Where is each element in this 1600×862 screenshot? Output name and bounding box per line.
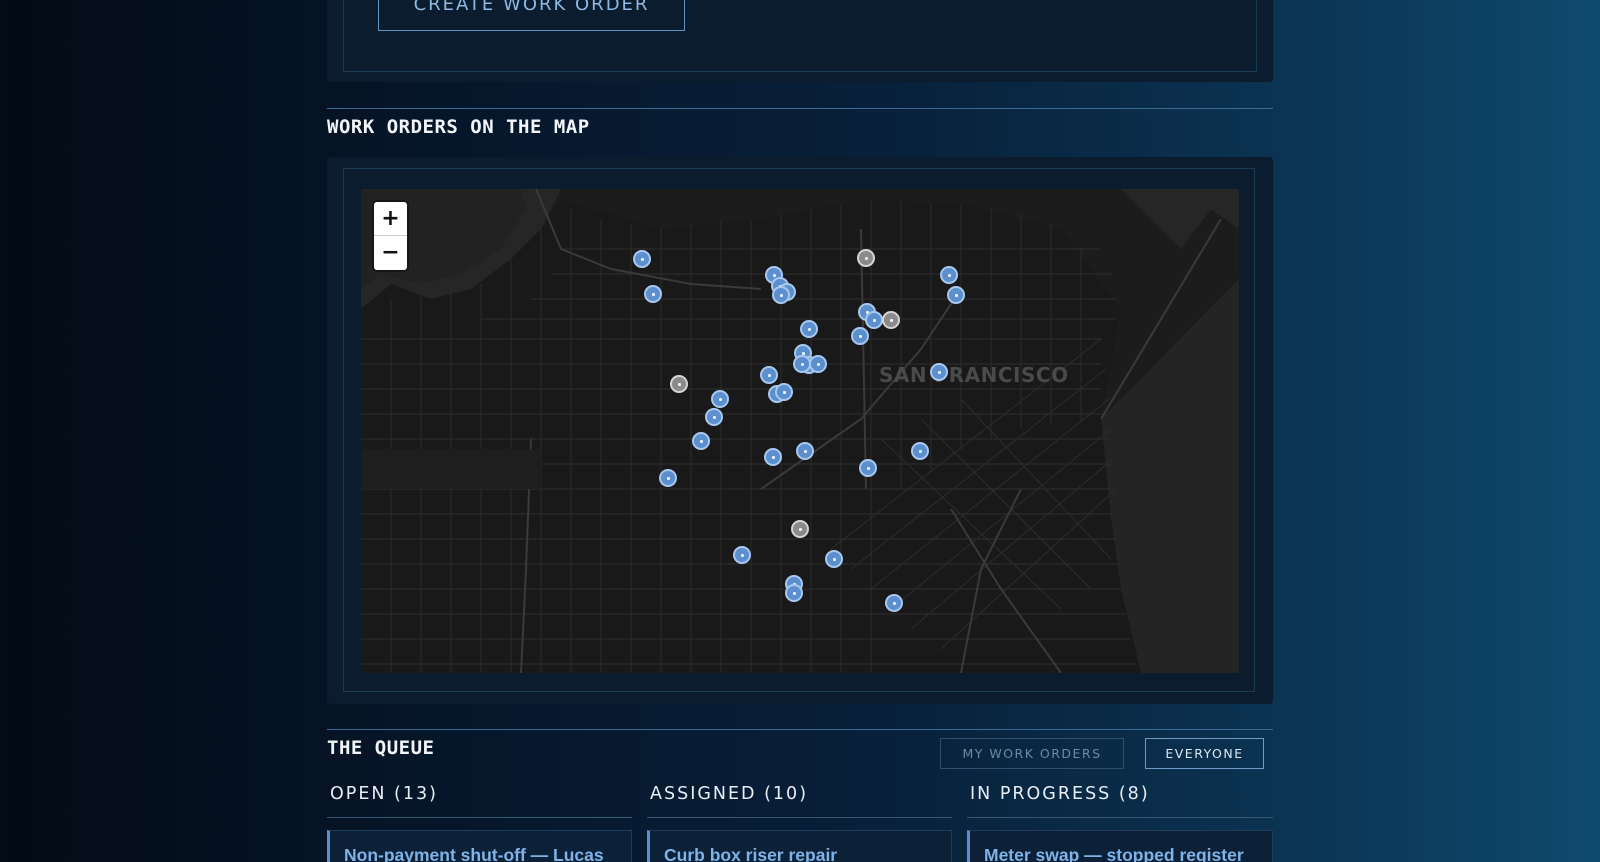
zoom-in-button[interactable]: +: [374, 202, 407, 235]
column-heading-in-progress: IN PROGRESS (8): [970, 784, 1150, 804]
column-heading-assigned: ASSIGNED (10): [650, 784, 809, 804]
map-city-label: SAN FRANCISCO: [879, 363, 1069, 387]
column-divider: [327, 817, 632, 818]
work-order-marker[interactable]: [940, 266, 958, 284]
zoom-out-button[interactable]: −: [374, 236, 407, 269]
create-work-order-button[interactable]: CREATE WORK ORDER: [378, 0, 685, 31]
section-divider: [327, 108, 1273, 109]
column-heading-open: OPEN (13): [330, 784, 438, 804]
work-order-marker-gray[interactable]: [857, 249, 875, 267]
create-panel-frame: CREATE WORK ORDER: [343, 0, 1257, 72]
queue-section-title: THE QUEUE: [327, 737, 435, 759]
work-order-marker[interactable]: [764, 448, 782, 466]
column-divider: [647, 817, 952, 818]
work-order-marker[interactable]: [796, 442, 814, 460]
work-order-marker[interactable]: [705, 408, 723, 426]
work-order-marker[interactable]: [865, 311, 883, 329]
map-basemap: [361, 189, 1239, 673]
work-order-marker-gray[interactable]: [670, 375, 688, 393]
work-order-marker[interactable]: [809, 355, 827, 373]
work-orders-map[interactable]: SAN FRANCISCO + −: [361, 189, 1239, 673]
work-order-card[interactable]: Meter swap — stopped register: [967, 830, 1273, 862]
work-order-marker[interactable]: [633, 250, 651, 268]
work-order-marker-gray[interactable]: [791, 520, 809, 538]
work-order-card[interactable]: Non-payment shut-off — Lucas: [327, 830, 632, 862]
map-section-title: WORK ORDERS ON THE MAP: [327, 116, 590, 138]
work-order-card[interactable]: Curb box riser repair: [647, 830, 952, 862]
work-order-marker[interactable]: [911, 442, 929, 460]
work-order-marker[interactable]: [885, 594, 903, 612]
work-order-marker[interactable]: [825, 550, 843, 568]
work-order-marker[interactable]: [851, 327, 869, 345]
work-order-marker[interactable]: [800, 320, 818, 338]
create-panel: CREATE WORK ORDER: [327, 0, 1273, 82]
work-order-marker[interactable]: [793, 355, 811, 373]
work-order-marker[interactable]: [711, 390, 729, 408]
work-order-marker[interactable]: [785, 584, 803, 602]
work-order-marker-gray[interactable]: [882, 311, 900, 329]
work-order-marker[interactable]: [859, 459, 877, 477]
work-order-marker[interactable]: [733, 546, 751, 564]
work-order-marker[interactable]: [772, 286, 790, 304]
work-order-marker[interactable]: [775, 383, 793, 401]
my-work-orders-toggle[interactable]: MY WORK ORDERS: [940, 738, 1124, 769]
column-divider: [967, 817, 1273, 818]
work-order-marker[interactable]: [760, 366, 778, 384]
work-order-marker[interactable]: [947, 286, 965, 304]
work-order-marker[interactable]: [692, 432, 710, 450]
map-zoom-control: + −: [374, 202, 407, 270]
work-order-marker[interactable]: [644, 285, 662, 303]
work-order-marker[interactable]: [930, 363, 948, 381]
work-order-marker[interactable]: [659, 469, 677, 487]
everyone-toggle[interactable]: EVERYONE: [1145, 738, 1264, 769]
section-divider: [327, 729, 1273, 730]
